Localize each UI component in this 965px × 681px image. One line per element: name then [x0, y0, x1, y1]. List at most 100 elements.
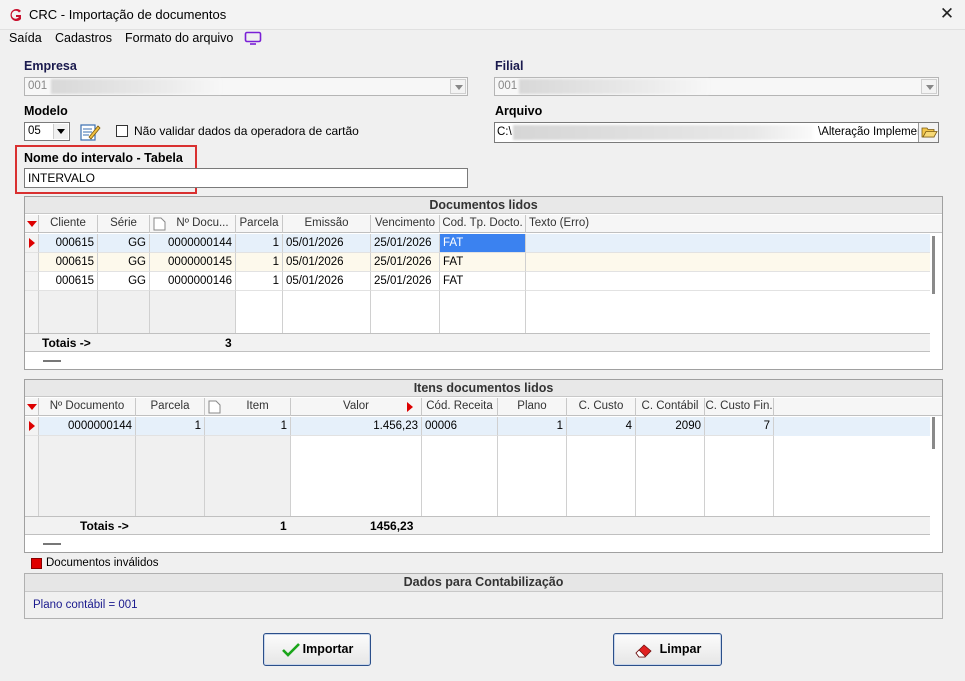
- cell-nr-documento[interactable]: 0000000144: [39, 417, 136, 436]
- row-indicator: [25, 253, 39, 272]
- col-emissao[interactable]: Emissão: [283, 215, 371, 233]
- close-button[interactable]: ✕: [936, 4, 958, 26]
- limpar-button[interactable]: Limpar: [613, 633, 722, 666]
- empresa-select[interactable]: 001: [24, 77, 468, 96]
- menu-formato-arquivo[interactable]: Formato do arquivo: [125, 31, 233, 45]
- eraser-icon: [635, 644, 652, 658]
- cell-c-contabil[interactable]: 2090: [636, 417, 705, 436]
- cell-valor[interactable]: 1.456,23: [291, 417, 422, 436]
- cell-plano[interactable]: 1: [498, 417, 567, 436]
- col-item[interactable]: Item: [205, 398, 291, 416]
- open-folder-icon[interactable]: [918, 123, 938, 142]
- cell-serie[interactable]: GG: [98, 272, 150, 291]
- cell-cod-tp-docto[interactable]: FAT: [440, 253, 526, 272]
- chevron-down-icon[interactable]: [53, 124, 68, 139]
- contab-title: Dados para Contabilização: [25, 574, 942, 592]
- col-serie[interactable]: Série: [98, 215, 150, 233]
- cell-texto-erro[interactable]: [526, 253, 930, 272]
- plano-contabil-text: Plano contábil = 001: [33, 599, 138, 611]
- cell-parcela[interactable]: 1: [236, 234, 283, 253]
- nao-validar-checkbox[interactable]: [116, 125, 128, 137]
- cell-nr-docu[interactable]: 0000000145: [150, 253, 236, 272]
- cell-item[interactable]: 1: [205, 417, 291, 436]
- documentos-panel: Documentos lidos Cliente Série Nº Docu..…: [24, 196, 943, 370]
- redacted-area: [519, 79, 709, 94]
- col-nr-docu[interactable]: Nº Docu...: [150, 215, 236, 233]
- redacted-area: [51, 79, 221, 94]
- cell-cod-tp-docto[interactable]: FAT: [440, 272, 526, 291]
- row-indicator-header: [25, 398, 39, 416]
- cell-parcela[interactable]: 1: [136, 417, 205, 436]
- cell-serie[interactable]: GG: [98, 234, 150, 253]
- col-parcela[interactable]: Parcela: [236, 215, 283, 233]
- itens-grid-body: 0000000144 1 1 1.456,23 00006 1 4 2090 7: [25, 417, 930, 517]
- col-valor[interactable]: Valor: [291, 398, 422, 416]
- table-row[interactable]: 000615 GG 0000000144 1 05/01/2026 25/01/…: [25, 234, 930, 253]
- cell-emissao[interactable]: 05/01/2026: [283, 253, 371, 272]
- table-row[interactable]: 000615 GG 0000000146 1 05/01/2026 25/01/…: [25, 272, 930, 291]
- documentos-totals-count: 3: [225, 336, 232, 350]
- cell-texto-erro[interactable]: [526, 234, 930, 253]
- documentos-scrollbar[interactable]: [932, 236, 935, 294]
- col-c-custo-fin[interactable]: C. Custo Fin.: [705, 398, 774, 416]
- col-cod-tp-docto[interactable]: Cod. Tp. Docto.: [440, 215, 526, 233]
- row-pointer: [25, 417, 39, 436]
- col-c-custo[interactable]: C. Custo: [567, 398, 636, 416]
- chevron-down-icon[interactable]: [450, 79, 466, 94]
- filial-select[interactable]: 001: [494, 77, 939, 96]
- col-cliente[interactable]: Cliente: [39, 215, 98, 233]
- itens-title: Itens documentos lidos: [25, 380, 942, 397]
- cell-cod-receita[interactable]: 00006: [422, 417, 498, 436]
- cell-emissao[interactable]: 05/01/2026: [283, 272, 371, 291]
- col-cod-receita[interactable]: Cód. Receita: [422, 398, 498, 416]
- cell-parcela[interactable]: 1: [236, 253, 283, 272]
- intervalo-input[interactable]: INTERVALO: [24, 168, 468, 188]
- cell-nr-docu[interactable]: 0000000144: [150, 234, 236, 253]
- menu-saida[interactable]: Saída: [9, 31, 42, 45]
- col-nr-documento[interactable]: Nº Documento: [39, 398, 136, 416]
- col-vencimento[interactable]: Vencimento: [371, 215, 440, 233]
- cell-cliente[interactable]: 000615: [39, 272, 98, 291]
- itens-totals-count: 1: [280, 519, 287, 533]
- cell-parcela[interactable]: 1: [236, 272, 283, 291]
- invalid-color-swatch: [31, 558, 42, 569]
- chevron-down-icon[interactable]: [921, 79, 937, 94]
- document-icon: [153, 217, 166, 231]
- cell-c-custo[interactable]: 4: [567, 417, 636, 436]
- col-plano[interactable]: Plano: [498, 398, 567, 416]
- edit-icon[interactable]: [79, 121, 101, 142]
- filial-value: 001: [498, 80, 518, 92]
- col-parcela[interactable]: Parcela: [136, 398, 205, 416]
- invalid-legend-label: Documentos inválidos: [46, 557, 159, 569]
- window-title: CRC - Importação de documentos: [29, 7, 227, 22]
- monitor-icon[interactable]: [244, 31, 262, 45]
- menu-cadastros[interactable]: Cadastros: [55, 31, 112, 45]
- itens-scrollbar[interactable]: [932, 417, 935, 449]
- col-c-contabil[interactable]: C. Contábil: [636, 398, 705, 416]
- cell-nr-docu[interactable]: 0000000146: [150, 272, 236, 291]
- app-logo-icon: [10, 9, 21, 21]
- cell-cliente[interactable]: 000615: [39, 253, 98, 272]
- h-scrollbar-thumb[interactable]: [43, 543, 61, 545]
- cell-vencimento[interactable]: 25/01/2026: [371, 234, 440, 253]
- cell-serie[interactable]: GG: [98, 253, 150, 272]
- col-texto-erro[interactable]: Texto (Erro): [526, 215, 786, 233]
- documentos-totals-label: Totais ->: [42, 336, 91, 350]
- cell-vencimento[interactable]: 25/01/2026: [371, 272, 440, 291]
- redacted-area: [513, 125, 813, 140]
- cell-cliente[interactable]: 000615: [39, 234, 98, 253]
- col-nr-docu-label: Nº Docu...: [176, 217, 229, 229]
- itens-panel: Itens documentos lidos Nº Documento Parc…: [24, 379, 943, 553]
- cell-cod-tp-docto[interactable]: FAT: [440, 234, 526, 253]
- table-row[interactable]: 0000000144 1 1 1.456,23 00006 1 4 2090 7: [25, 417, 930, 436]
- importar-button[interactable]: Importar: [263, 633, 371, 666]
- arquivo-input[interactable]: C:\ \Alteração Implemen: [494, 122, 939, 143]
- table-row[interactable]: 000615 GG 0000000145 1 05/01/2026 25/01/…: [25, 253, 930, 272]
- cell-emissao[interactable]: 05/01/2026: [283, 234, 371, 253]
- sort-arrow-icon: [407, 402, 413, 412]
- cell-c-custo-fin[interactable]: 7: [705, 417, 774, 436]
- cell-vencimento[interactable]: 25/01/2026: [371, 253, 440, 272]
- modelo-select[interactable]: 05: [24, 122, 70, 141]
- h-scrollbar-thumb[interactable]: [43, 360, 61, 362]
- cell-texto-erro[interactable]: [526, 272, 930, 291]
